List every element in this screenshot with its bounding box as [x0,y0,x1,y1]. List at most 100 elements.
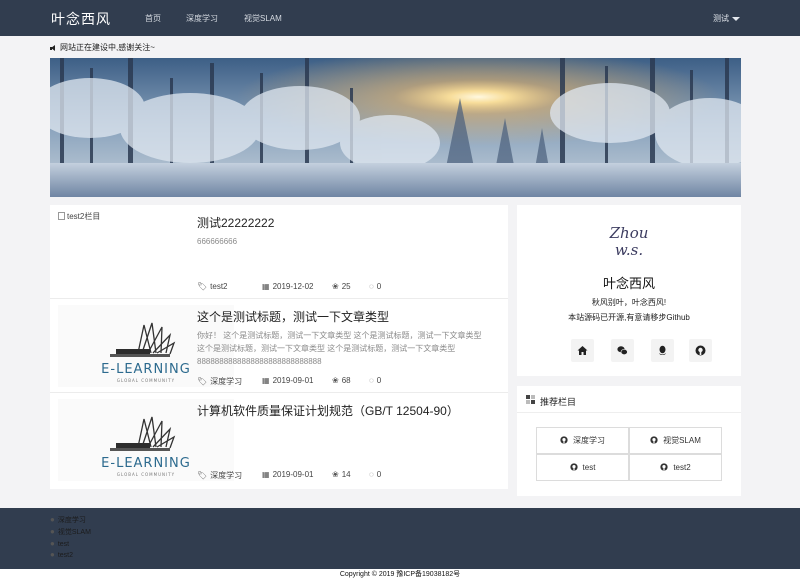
site-footer: ● 深度学习 ● 视觉SLAM ● test ● test2 [0,508,800,570]
signature-line-1: Zhou [609,224,649,242]
footer-link[interactable]: ● 深度学习 [50,515,86,525]
article-views: ❀ 25 [332,282,351,291]
category-label: 深度学习 [210,377,243,386]
recommended-categories: 推荐栏目 深度学习 视觉SLAM test test2 [517,386,741,496]
volume-icon [50,45,56,51]
site-brand[interactable]: 叶念西风 [51,9,111,29]
footer-link-label: 视觉SLAM [57,529,91,536]
recommended-title: 推荐栏目 [540,397,577,407]
footer-link[interactable]: ● 视觉SLAM [50,527,91,537]
footer-link[interactable]: ● test2 [50,550,73,559]
elearning-subtext: GLOBAL COMMUNITY [117,472,175,477]
article-item[interactable]: E-LEARNING GLOBAL COMMUNITY 计算机软件质量保证计划规… [50,393,508,487]
profile-name: 叶念西风 [602,276,655,291]
recommended-item[interactable]: 视觉SLAM [629,427,722,454]
banner-image [50,58,741,197]
grid-icon [526,395,535,404]
qq-icon[interactable] [651,339,674,362]
chevron-down-icon [732,16,740,21]
thumbnail-alt-text: test2栏目 [67,212,101,221]
github-icon: ● [50,539,55,548]
date-label: 2019-09-01 [272,376,314,385]
elearning-subtext: GLOBAL COMMUNITY [117,378,175,383]
fire-icon: ❀ [332,470,339,479]
footer-link-label: test2 [57,552,74,559]
footer-link-label: test [57,541,70,548]
date-label: 2019-12-02 [272,282,314,291]
comment-icon: ◌ [369,282,374,291]
recommended-item[interactable]: 深度学习 [536,427,629,454]
comment-icon: ◌ [369,376,374,385]
views-count: 68 [341,376,351,385]
article-date: ▦ 2019-09-01 [262,376,313,385]
user-menu-dropdown[interactable]: 测试 [713,13,740,24]
recommended-item[interactable]: test [536,454,629,481]
tag-icon: 🏷︎ [197,377,208,386]
github-icon [569,463,578,471]
elearning-text: E-LEARNING [101,362,191,377]
article-list: test2栏目 测试22222222 666666666 🏷︎ test2 ▦ 20… [50,205,508,489]
profile-motto: 秋风别叶，叶念西风! [591,298,667,307]
calendar-icon: ▦ [262,470,270,479]
comments-count: 0 [376,470,382,479]
recommended-item-label: 深度学习 [573,436,605,445]
article-comments: ◌ 0 [369,376,381,385]
signature: Zhou w.s. [517,225,741,259]
fire-icon: ❀ [332,376,339,385]
broken-image-placeholder: test2栏目 [58,212,100,221]
article-excerpt: 你好！ 这个是测试标题，测试一下文章类型 这个是测试标题，测试一下文章类型 这个… [197,331,482,366]
category-label: 深度学习 [210,471,243,480]
github-icon[interactable] [689,339,712,362]
broken-image-icon [58,212,65,220]
nav-deep-learning[interactable]: 深度学习 [186,13,218,24]
tag-icon: 🏷︎ [197,282,208,291]
article-title[interactable]: 测试22222222 [197,214,274,231]
recommended-item-label: 视觉SLAM [663,436,701,445]
article-date: ▦ 2019-09-01 [262,470,313,479]
article-excerpt: 666666666 [197,237,238,246]
footer-link[interactable]: ● test [50,539,69,548]
category-label: test2 [210,282,228,291]
views-count: 14 [341,470,351,479]
comments-count: 0 [376,282,382,291]
article-item[interactable]: E-LEARNING GLOBAL COMMUNITY 这个是测试标题，测试一下… [50,299,508,393]
top-navbar: 叶念西风 首页 深度学习 视觉SLAM 测试 [0,0,800,36]
github-icon: ● [50,515,55,524]
article-title[interactable]: 计算机软件质量保证计划规范（GB/T 12504-90） [197,402,459,419]
tag-icon: 🏷︎ [197,471,208,480]
article-category[interactable]: 🏷︎ 深度学习 [197,376,242,387]
github-icon [650,436,658,444]
home-icon[interactable] [571,339,594,362]
article-category[interactable]: 🏷︎ test2 [197,282,228,291]
recommended-item-label: test2 [673,463,691,472]
date-label: 2019-09-01 [272,470,314,479]
recommended-item-label: test [582,463,596,472]
article-views: ❀ 68 [332,376,351,385]
notice-text: 网站正在建设中,感谢关注~ [60,43,155,52]
article-comments: ◌ 0 [369,282,381,291]
article-title[interactable]: 这个是测试标题，测试一下文章类型 [197,308,389,325]
nav-visual-slam[interactable]: 视觉SLAM [244,13,282,24]
github-icon [560,436,568,444]
github-icon [660,463,668,471]
comment-icon: ◌ [369,470,374,479]
nav-home[interactable]: 首页 [145,13,161,24]
fire-icon: ❀ [332,282,339,291]
footer-link-label: 深度学习 [57,517,86,524]
site-notice: 网站正在建设中,感谢关注~ [50,42,155,53]
profile-card: Zhou w.s. 叶念西风 秋风别叶，叶念西风! 本站源码已开源,有意请移步G… [517,205,741,376]
article-date: ▦ 2019-12-02 [262,282,313,291]
calendar-icon: ▦ [262,282,270,291]
copyright-text: Copyright © 2019 豫ICP备19038182号 [0,569,800,580]
recommended-item[interactable]: test2 [629,454,722,481]
elearning-text: E-LEARNING [101,456,191,471]
article-comments: ◌ 0 [369,470,381,479]
article-views: ❀ 14 [332,470,351,479]
profile-note: 本站源码已开源,有意请移步Github [568,313,690,322]
wechat-icon[interactable] [611,339,634,362]
views-count: 25 [341,282,351,291]
github-icon: ● [50,550,55,559]
article-category[interactable]: 🏷︎ 深度学习 [197,470,242,481]
calendar-icon: ▦ [262,376,270,385]
article-item[interactable]: test2栏目 测试22222222 666666666 🏷︎ test2 ▦ 20… [50,205,508,299]
